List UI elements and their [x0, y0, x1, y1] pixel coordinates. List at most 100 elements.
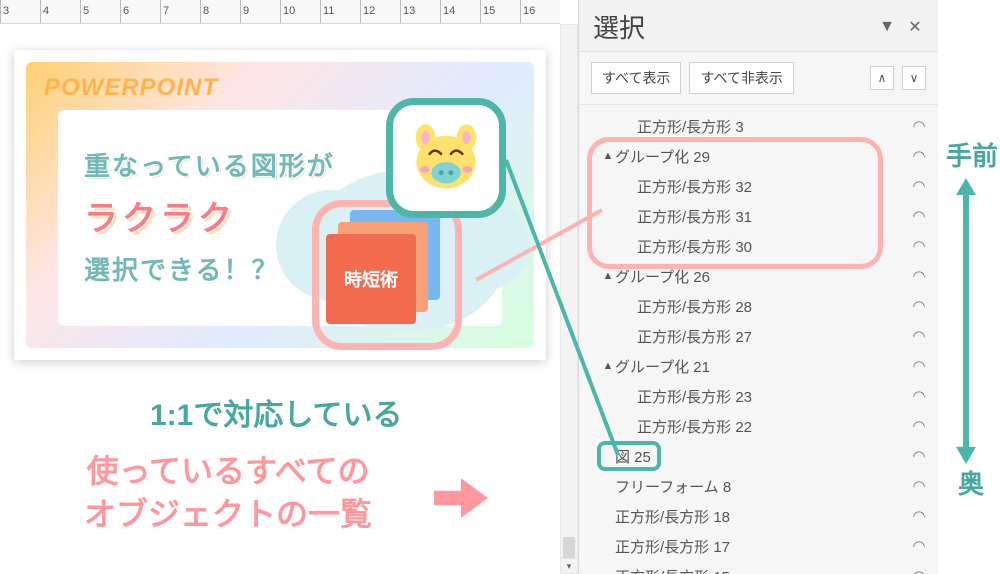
chevron-down-icon: ∨ [910, 71, 919, 85]
slide: POWERPOINT 重なっている図形が ラクラク 選択できる！？ 時短術 [14, 50, 546, 360]
selection-item[interactable]: 正方形/長方形 30◠ [579, 231, 938, 261]
arrow-right-icon [434, 478, 488, 523]
annotation-correspond: 1:1で対応している [150, 390, 402, 434]
visibility-toggle-icon[interactable]: ◠ [906, 417, 932, 435]
visibility-toggle-icon[interactable]: ◠ [906, 567, 932, 574]
selection-item[interactable]: フリーフォーム 8◠ [579, 471, 938, 501]
selection-pane: 選択 ▼ ✕ すべて表示 すべて非表示 ∧ ∨ 正方形/長方形 3◠▲グループ化… [578, 0, 938, 574]
expand-toggle-icon[interactable]: ▲ [601, 270, 615, 282]
selection-item[interactable]: 正方形/長方形 3◠ [579, 111, 938, 141]
selection-item[interactable]: 正方形/長方形 32◠ [579, 171, 938, 201]
visibility-toggle-icon[interactable]: ◠ [906, 537, 932, 555]
selection-item[interactable]: 正方形/長方形 17◠ [579, 531, 938, 561]
ruler-tick: 6 [120, 0, 160, 23]
ruler-tick: 11 [320, 0, 360, 23]
z-order-annotation: 手前 奥 [938, 0, 1000, 574]
annotation-back: 奥 [958, 464, 984, 501]
visibility-toggle-icon[interactable]: ◠ [906, 237, 932, 255]
annotation-all-objects: 使っているすべての オブジェクトの一覧 [84, 450, 372, 536]
pane-toolbar: すべて表示 すべて非表示 ∧ ∨ [579, 52, 938, 105]
ruler-tick: 13 [400, 0, 440, 23]
ruler-tick: 16 [520, 0, 560, 23]
pane-title: 選択 [593, 8, 870, 45]
powerpoint-logo: POWERPOINT [44, 74, 218, 102]
selection-item[interactable]: 正方形/長方形 27◠ [579, 321, 938, 351]
teal-highlight-ring [386, 98, 506, 218]
selection-item-label: 正方形/長方形 30 [637, 236, 906, 257]
ruler-tick: 3 [0, 0, 40, 23]
pig-image[interactable] [405, 117, 487, 199]
ruler-tick: 5 [80, 0, 120, 23]
visibility-toggle-icon[interactable]: ◠ [906, 117, 932, 135]
annotation-all-objects-line2: オブジェクトの一覧 [84, 496, 372, 532]
bring-forward-button[interactable]: ∧ [870, 66, 894, 90]
ruler-tick: 12 [360, 0, 400, 23]
selection-item-label: 正方形/長方形 15 [615, 566, 906, 574]
visibility-toggle-icon[interactable]: ◠ [906, 267, 932, 285]
visibility-toggle-icon[interactable]: ◠ [906, 357, 932, 375]
scrollbar-down-button[interactable]: ▾ [560, 558, 578, 574]
selection-item-label: 正方形/長方形 22 [637, 416, 906, 437]
selection-item-label: グループ化 26 [615, 266, 906, 287]
selection-item-label: グループ化 29 [615, 146, 906, 167]
selection-item[interactable]: 図 25◠ [579, 441, 938, 471]
ruler-tick: 15 [480, 0, 520, 23]
visibility-toggle-icon[interactable]: ◠ [906, 447, 932, 465]
visibility-toggle-icon[interactable]: ◠ [906, 507, 932, 525]
ruler-tick: 7 [160, 0, 200, 23]
selection-item[interactable]: 正方形/長方形 28◠ [579, 291, 938, 321]
chevron-up-icon: ∧ [878, 71, 887, 85]
pink-highlight-ring [312, 200, 462, 350]
selection-item[interactable]: ▲グループ化 21◠ [579, 351, 938, 381]
pane-close-button[interactable]: ✕ [904, 16, 926, 38]
menu-icon: ▼ [879, 18, 895, 36]
visibility-toggle-icon[interactable]: ◠ [906, 177, 932, 195]
selection-item-label: 正方形/長方形 31 [637, 206, 906, 227]
selection-item[interactable]: 正方形/長方形 23◠ [579, 381, 938, 411]
hide-all-button[interactable]: すべて非表示 [689, 62, 793, 94]
ruler-tick: 10 [280, 0, 320, 23]
chevron-down-icon: ▾ [567, 561, 572, 572]
slide-canvas[interactable]: POWERPOINT 重なっている図形が ラクラク 選択できる！？ 時短術 [14, 50, 546, 360]
horizontal-ruler: 161514131211109876543 [0, 0, 560, 24]
selection-item-label: 正方形/長方形 32 [637, 176, 906, 197]
visibility-toggle-icon[interactable]: ◠ [906, 297, 932, 315]
visibility-toggle-icon[interactable]: ◠ [906, 147, 932, 165]
selection-item-label: 正方形/長方形 23 [637, 386, 906, 407]
selection-item-label: 図 25 [615, 446, 906, 467]
visibility-toggle-icon[interactable]: ◠ [906, 387, 932, 405]
visibility-toggle-icon[interactable]: ◠ [906, 477, 932, 495]
selection-item-label: 正方形/長方形 28 [637, 296, 906, 317]
annotation-front: 手前 [946, 136, 998, 173]
pane-menu-button[interactable]: ▼ [876, 16, 898, 38]
visibility-toggle-icon[interactable]: ◠ [906, 327, 932, 345]
ruler-tick: 8 [200, 0, 240, 23]
selection-item[interactable]: ▲グループ化 29◠ [579, 141, 938, 171]
selection-item[interactable]: ▲グループ化 26◠ [579, 261, 938, 291]
expand-toggle-icon[interactable]: ▲ [601, 360, 615, 372]
vertical-scrollbar[interactable]: ▾ [560, 24, 578, 574]
ruler-tick: 4 [40, 0, 80, 23]
selection-item-label: 正方形/長方形 3 [637, 116, 906, 137]
double-arrow-icon [954, 178, 978, 464]
annotation-all-objects-line1: 使っているすべての [87, 453, 370, 489]
close-icon: ✕ [908, 17, 921, 37]
selection-item-label: 正方形/長方形 17 [615, 536, 906, 557]
selection-item[interactable]: 正方形/長方形 15◠ [579, 561, 938, 574]
expand-toggle-icon[interactable]: ▲ [601, 150, 615, 162]
pane-header: 選択 ▼ ✕ [579, 0, 938, 52]
pane-body: 正方形/長方形 3◠▲グループ化 29◠正方形/長方形 32◠正方形/長方形 3… [579, 105, 938, 574]
visibility-toggle-icon[interactable]: ◠ [906, 207, 932, 225]
ruler-tick: 14 [440, 0, 480, 23]
show-all-button[interactable]: すべて表示 [591, 62, 681, 94]
selection-item[interactable]: 正方形/長方形 22◠ [579, 411, 938, 441]
selection-item-label: 正方形/長方形 18 [615, 506, 906, 527]
slide-line-1: 重なっている図形が [84, 146, 335, 183]
selection-item-label: グループ化 21 [615, 356, 906, 377]
selection-item[interactable]: 正方形/長方形 31◠ [579, 201, 938, 231]
ruler-tick: 9 [240, 0, 280, 23]
selection-item-label: 正方形/長方形 27 [637, 326, 906, 347]
send-backward-button[interactable]: ∨ [902, 66, 926, 90]
selection-item-label: フリーフォーム 8 [615, 476, 906, 497]
selection-item[interactable]: 正方形/長方形 18◠ [579, 501, 938, 531]
